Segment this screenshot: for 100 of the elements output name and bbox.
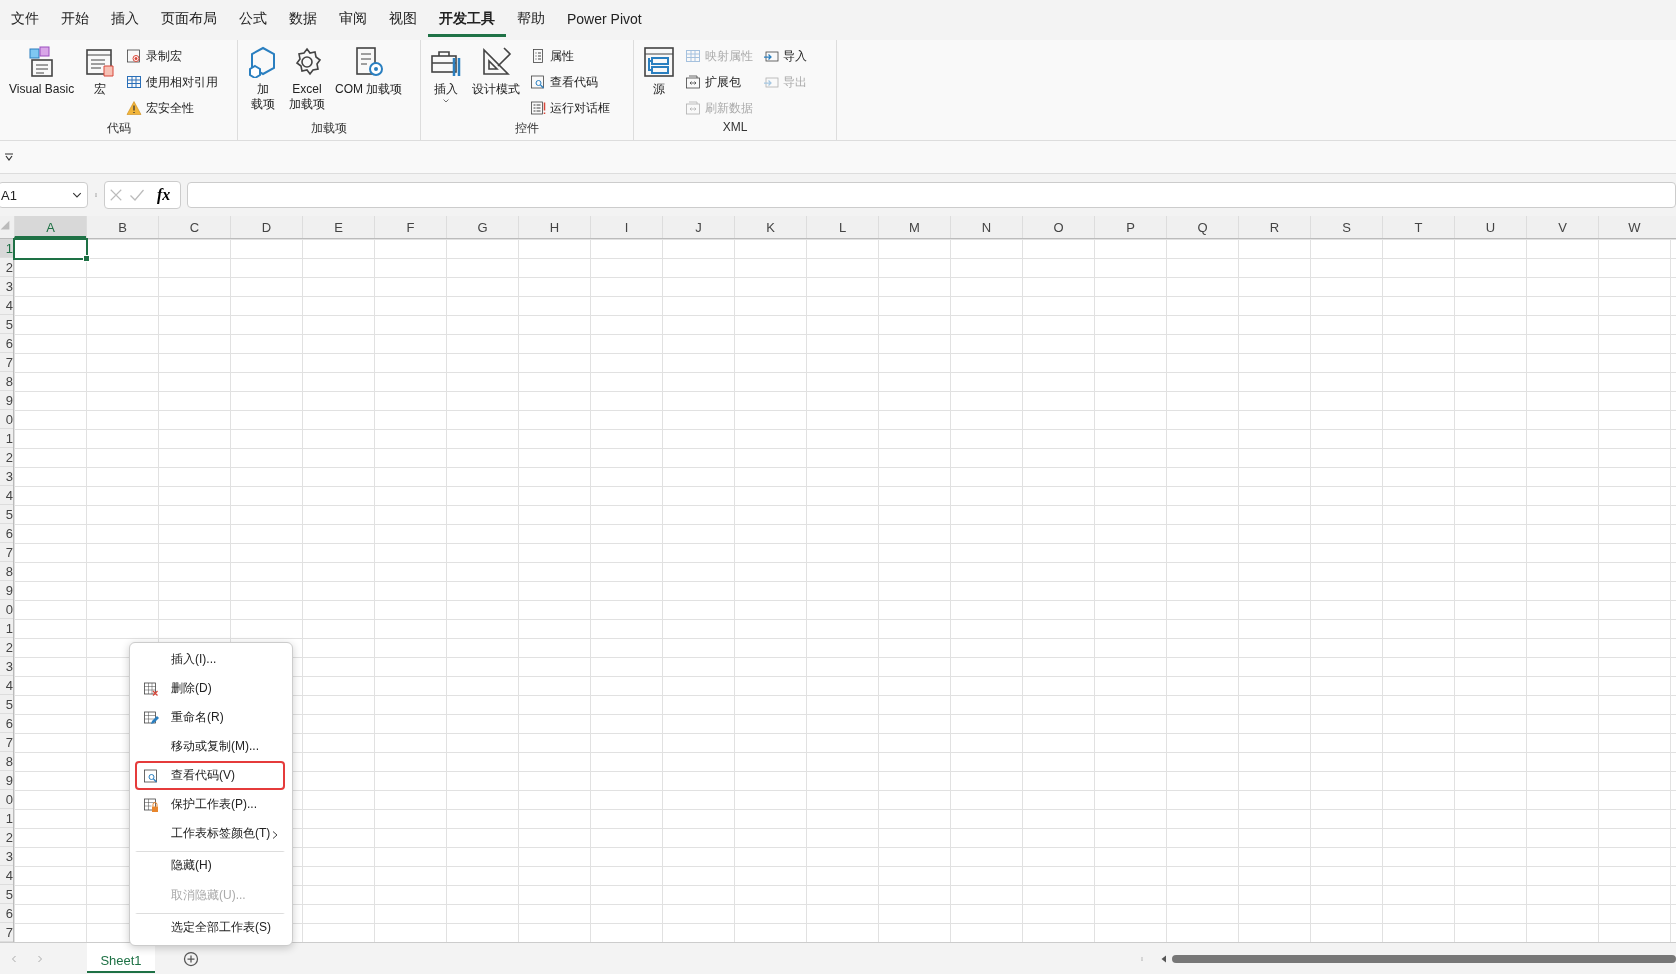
column-header[interactable]: R [1238,216,1310,238]
row-header[interactable]: 6 [0,714,13,733]
menu-tab[interactable]: 文件 [0,3,50,37]
ribbon-button[interactable]: 宏安全性 [123,96,222,120]
row-header[interactable]: 7 [0,353,13,372]
row-header[interactable]: 5 [0,505,13,524]
name-box[interactable]: A1 [0,182,88,208]
row-header[interactable]: 4 [0,296,13,315]
row-header[interactable]: 2 [0,828,13,847]
row-header[interactable]: 6 [0,334,13,353]
row-header[interactable]: 9 [0,771,13,790]
cancel-icon[interactable] [109,188,123,202]
sheet-tab[interactable]: Sheet1 [87,943,155,973]
row-header[interactable]: 5 [0,315,13,334]
column-header[interactable]: V [1526,216,1598,238]
ribbon-button[interactable]: 录制宏 [123,44,222,68]
menu-tab[interactable]: Power Pivot [556,3,653,37]
row-header[interactable]: 6 [0,524,13,543]
menu-item[interactable]: 选定全部工作表(S) [135,913,285,943]
column-header[interactable]: A [14,216,86,238]
row-header[interactable]: 1 [0,429,13,448]
row-header[interactable]: 3 [0,277,13,296]
menu-tab[interactable]: 审阅 [328,3,378,37]
scroll-thumb[interactable] [1172,955,1676,963]
row-header[interactable]: 0 [0,410,13,429]
column-header[interactable]: B [86,216,158,238]
row-header[interactable]: 2 [0,638,13,657]
row-header[interactable]: 1 [0,239,13,258]
menu-tab[interactable]: 开发工具 [428,3,506,37]
ribbon-button[interactable]: Excel 加载项 [286,44,328,120]
ribbon-button[interactable]: 源 [640,44,678,120]
menu-item[interactable]: 查看代码(V) [135,761,285,790]
menu-tab[interactable]: 数据 [278,3,328,37]
column-header[interactable]: C [158,216,230,238]
column-header[interactable]: M [878,216,950,238]
row-header[interactable]: 8 [0,562,13,581]
ribbon-button[interactable]: 扩展包 [682,70,756,94]
menu-tab[interactable]: 公式 [228,3,278,37]
column-header[interactable]: S [1310,216,1382,238]
ribbon-button[interactable]: 导入 [760,44,810,68]
row-header[interactable]: 9 [0,581,13,600]
row-header[interactable]: 7 [0,543,13,562]
row-header[interactable]: 5 [0,885,13,904]
ribbon-button[interactable]: 使用相对引用 [123,70,222,94]
row-header[interactable]: 9 [0,391,13,410]
column-header[interactable]: L [806,216,878,238]
row-header[interactable]: 0 [0,600,13,619]
column-header[interactable]: Q [1166,216,1238,238]
ribbon-button[interactable]: 插入 [427,44,465,120]
row-header[interactable]: 1 [0,809,13,828]
menu-item[interactable]: 隐藏(H) [135,851,285,881]
column-header[interactable]: T [1382,216,1454,238]
row-header[interactable]: 3 [0,847,13,866]
column-header[interactable]: H [518,216,590,238]
ribbon-button[interactable]: COM 加载项 [332,44,406,120]
column-header[interactable]: I [590,216,662,238]
row-header[interactable]: 5 [0,695,13,714]
ribbon-button[interactable]: 设计模式 [469,44,523,120]
column-header[interactable]: G [446,216,518,238]
row-header[interactable]: 0 [0,790,13,809]
cell-grid[interactable] [14,239,1676,942]
row-header[interactable]: 8 [0,752,13,771]
column-header[interactable]: E [302,216,374,238]
row-header[interactable]: 7 [0,733,13,752]
row-header[interactable]: 4 [0,676,13,695]
ribbon-button[interactable]: 加 载项 [244,44,282,120]
column-header[interactable]: F [374,216,446,238]
row-header[interactable]: 4 [0,866,13,885]
column-header[interactable]: U [1454,216,1526,238]
menu-tab[interactable]: 插入 [100,3,150,37]
menu-item[interactable]: 移动或复制(M)... [135,732,285,761]
column-header[interactable]: J [662,216,734,238]
add-sheet-icon[interactable] [183,951,199,967]
row-header[interactable]: 1 [0,619,13,638]
next-sheet-icon[interactable] [36,955,44,963]
row-header[interactable]: 8 [0,372,13,391]
ribbon-button[interactable]: 属性 [527,44,613,68]
row-header[interactable]: 2 [0,258,13,277]
scroll-left-icon[interactable] [1160,955,1168,963]
ribbon-button[interactable]: Visual Basic [6,44,78,120]
menu-item[interactable]: 插入(I)... [135,645,285,674]
insert-function-button[interactable]: fx [151,185,177,205]
check-icon[interactable] [129,187,145,203]
menu-tab[interactable]: 视图 [378,3,428,37]
ribbon-button[interactable]: 宏 [81,44,120,120]
menu-tab[interactable]: 页面布局 [150,3,228,37]
previous-sheet-icon[interactable] [10,955,18,963]
select-all-icon[interactable] [0,220,10,230]
menu-tab[interactable]: 帮助 [506,3,556,37]
row-header[interactable]: 2 [0,448,13,467]
expand-icon[interactable] [4,152,14,162]
menu-item[interactable]: 工作表标签颜色(T) [135,819,285,848]
row-header[interactable]: 4 [0,486,13,505]
row-header[interactable]: 3 [0,657,13,676]
menu-tab[interactable]: 开始 [50,3,100,37]
column-header[interactable]: P [1094,216,1166,238]
column-header[interactable]: N [950,216,1022,238]
column-header[interactable]: W [1598,216,1670,238]
menu-item[interactable]: 重命名(R) [135,703,285,732]
row-header[interactable]: 3 [0,467,13,486]
